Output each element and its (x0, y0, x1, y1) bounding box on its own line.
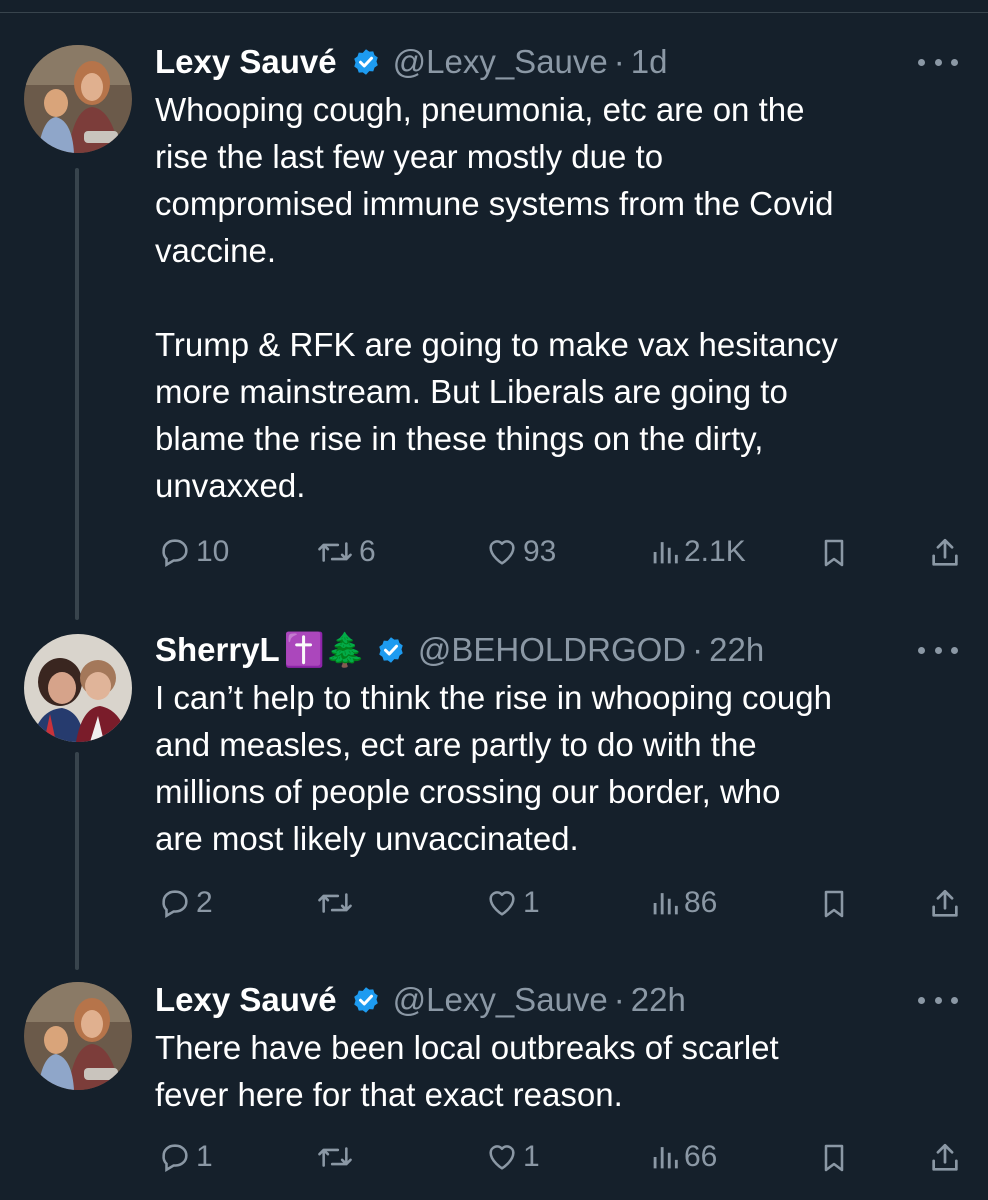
tweet[interactable]: SherryL ✝️🌲 @BEHOLDRGOD · 22h I can’t he… (0, 620, 988, 950)
tweet-text-line: blame the rise in these things on the di… (155, 420, 764, 457)
tweet-text-line: There have been local outbreaks of scarl… (155, 1029, 779, 1066)
views-count: 66 (684, 1140, 718, 1173)
separator-dot: · (613, 43, 625, 80)
views-count: 86 (684, 886, 718, 919)
reply-icon (162, 1144, 188, 1173)
like-icon (489, 540, 515, 565)
more-icon[interactable] (918, 990, 958, 1010)
share-icon (932, 1143, 958, 1171)
tweet-text-line: and measles, ect are partly to do with t… (155, 726, 757, 763)
tweet-text-line: millions of people crossing our border, … (155, 773, 781, 810)
timestamp[interactable]: 22h (709, 631, 764, 669)
reply-button[interactable]: 2 (158, 886, 213, 920)
share-icon (932, 889, 958, 917)
views-count: 2.1K (684, 535, 746, 568)
tweet-text-line: rise the last few year mostly due to (155, 138, 664, 175)
reply-count: 10 (196, 535, 230, 568)
more-icon[interactable] (918, 52, 958, 72)
tweet-text-line: Whooping cough, pneumonia, etc are on th… (155, 91, 805, 128)
tweet[interactable]: Lexy Sauvé @Lexy_Sauve · 22h There have … (0, 970, 988, 1200)
bookmark-icon (824, 1144, 844, 1172)
tweet-text-line: I can’t help to think the rise in whoopi… (155, 679, 832, 716)
share-button[interactable] (928, 1140, 962, 1176)
repost-count: 6 (359, 535, 376, 568)
like-button[interactable]: 93 (485, 535, 556, 569)
tweet-text: There have been local outbreaks of scarl… (155, 1024, 955, 1118)
tweet-text-line: compromised immune systems from the Covi… (155, 185, 834, 222)
tweet-header: SherryL ✝️🌲 @BEHOLDRGOD · 22h (155, 628, 764, 672)
views-icon (653, 1147, 678, 1169)
verified-badge-icon (353, 49, 378, 75)
like-count: 93 (523, 535, 557, 568)
repost-icon (318, 1147, 352, 1167)
tweet-text-line (155, 274, 955, 321)
user-handle[interactable]: @Lexy_Sauve (393, 981, 608, 1019)
repost-button[interactable] (315, 886, 359, 920)
user-handle[interactable]: @BEHOLDRGOD (418, 631, 686, 669)
tweet-text-line: vaccine. (155, 232, 277, 269)
verified-badge-icon (379, 637, 403, 663)
action-bar: 1 1 66 (0, 1140, 988, 1180)
repost-icon (318, 893, 352, 913)
display-name[interactable]: SherryL (155, 631, 280, 669)
timestamp[interactable]: 1d (631, 43, 668, 81)
like-count: 1 (523, 886, 540, 919)
bookmark-button[interactable] (818, 535, 850, 571)
bookmark-icon (824, 890, 844, 918)
bookmark-icon (824, 539, 844, 567)
tweet-text-line: are most likely unvaccinated. (155, 820, 579, 857)
verified-badge-icon (353, 987, 378, 1013)
tweet-text: I can’t help to think the rise in whoopi… (155, 674, 955, 862)
separator-dot: · (613, 981, 625, 1018)
reply-button[interactable]: 1 (158, 1140, 213, 1174)
more-icon[interactable] (918, 640, 958, 660)
bookmark-button[interactable] (818, 886, 850, 922)
reply-icon (162, 890, 188, 919)
share-button[interactable] (928, 535, 962, 571)
avatar[interactable] (24, 982, 132, 1090)
timestamp[interactable]: 22h (631, 981, 686, 1019)
repost-button[interactable] (315, 1140, 359, 1174)
share-icon (932, 538, 958, 566)
action-bar: 10 6 93 2.1K (0, 535, 988, 575)
tweet-text-line: fever here for that exact reason. (155, 1076, 623, 1113)
like-button[interactable]: 1 (485, 886, 540, 920)
repost-button[interactable]: 6 (315, 535, 376, 569)
action-bar: 2 1 86 (0, 886, 988, 926)
views-button[interactable]: 66 (650, 1140, 717, 1174)
user-handle[interactable]: @Lexy_Sauve (393, 43, 608, 81)
separator-dot: · (692, 631, 704, 668)
avatar[interactable] (24, 634, 132, 742)
tweet-text: Whooping cough, pneumonia, etc are on th… (155, 86, 955, 509)
share-button[interactable] (928, 886, 962, 922)
like-icon (489, 1145, 515, 1170)
views-icon (653, 542, 678, 564)
views-button[interactable]: 86 (650, 886, 717, 920)
reply-count: 1 (196, 1140, 213, 1173)
like-count: 1 (523, 1140, 540, 1173)
repost-icon (318, 542, 352, 562)
tweet-header: Lexy Sauvé @Lexy_Sauve · 22h (155, 978, 686, 1022)
bookmark-button[interactable] (818, 1140, 850, 1176)
views-icon (653, 893, 678, 915)
like-button[interactable]: 1 (485, 1140, 540, 1174)
avatar[interactable] (24, 45, 132, 153)
reply-button[interactable]: 10 (158, 535, 229, 569)
tweet-text-line: Trump & RFK are going to make vax hesita… (155, 326, 838, 363)
reply-count: 2 (196, 886, 213, 919)
views-button[interactable]: 2.1K (650, 535, 746, 569)
tweet-text-line: unvaxxed. (155, 467, 306, 504)
name-emoji: ✝️🌲 (283, 630, 366, 668)
display-name[interactable]: Lexy Sauvé (155, 43, 337, 81)
reply-icon (162, 539, 188, 568)
tweet-text-line: more mainstream. But Liberals are going … (155, 373, 788, 410)
tweet-header: Lexy Sauvé @Lexy_Sauve · 1d (155, 40, 667, 84)
tweet[interactable]: Lexy Sauvé @Lexy_Sauve · 1d Whooping cou… (0, 0, 988, 600)
like-icon (489, 891, 515, 916)
display-name[interactable]: Lexy Sauvé (155, 981, 337, 1019)
